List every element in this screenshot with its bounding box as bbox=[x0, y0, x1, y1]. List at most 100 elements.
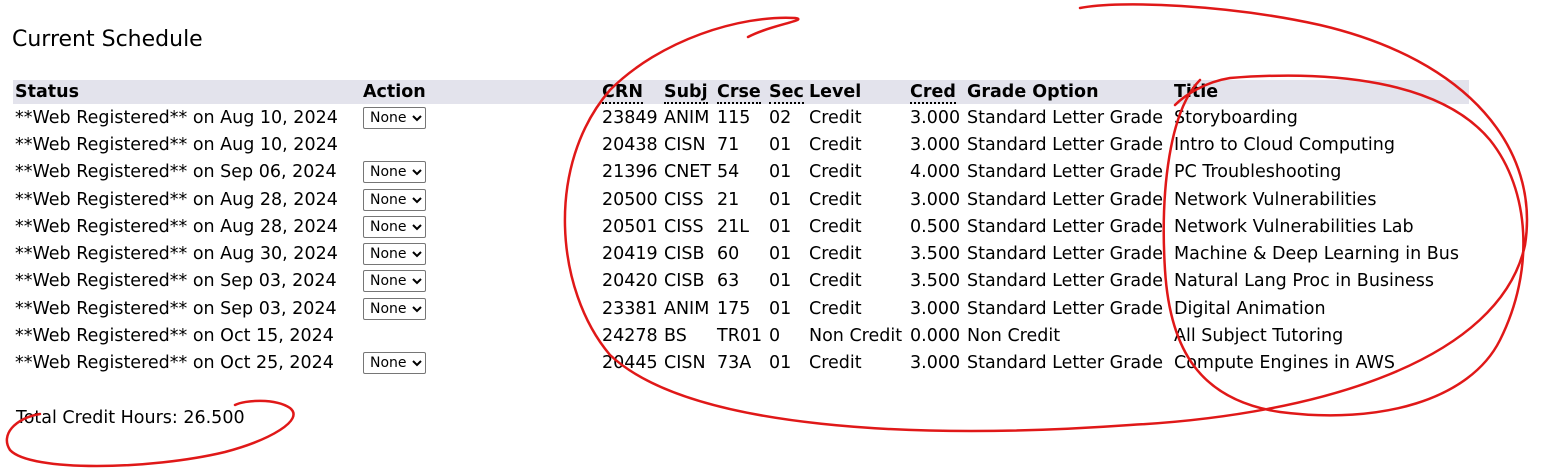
page-title: Current Schedule bbox=[12, 27, 203, 52]
cell-title: Digital Animation bbox=[1174, 298, 1326, 319]
table-row: **Web Registered** on Aug 28, 2024 None 20… bbox=[13, 213, 1469, 240]
action-dropdown[interactable]: None bbox=[363, 352, 426, 375]
cell-title: Intro to Cloud Computing bbox=[1174, 134, 1395, 155]
action-dropdown[interactable]: None bbox=[363, 161, 426, 184]
cell-crn: 20445 bbox=[602, 353, 658, 374]
cell-title: Storyboarding bbox=[1174, 107, 1298, 128]
cell-sec: 01 bbox=[769, 189, 792, 210]
cell-cred: 4.000 bbox=[910, 162, 961, 183]
cell-cred: 0.000 bbox=[910, 326, 961, 347]
cell-status: **Web Registered** on Aug 10, 2024 bbox=[15, 107, 338, 128]
cell-action: None bbox=[361, 213, 600, 240]
cell-title: Network Vulnerabilities bbox=[1174, 189, 1377, 210]
cell-subj: CISN bbox=[664, 134, 706, 155]
column-header-subj: Subj bbox=[662, 80, 715, 104]
cell-cred: 3.000 bbox=[910, 298, 961, 319]
cell-subj: CISS bbox=[664, 189, 704, 210]
cell-cred: 3.000 bbox=[910, 353, 961, 374]
cell-status: **Web Registered** on Sep 06, 2024 bbox=[15, 162, 337, 183]
cell-crn: 20500 bbox=[602, 189, 658, 210]
cell-status: **Web Registered** on Oct 15, 2024 bbox=[15, 326, 334, 347]
action-dropdown[interactable]: None bbox=[363, 106, 426, 129]
cell-subj: BS bbox=[664, 326, 687, 347]
cell-crn: 23849 bbox=[602, 107, 658, 128]
cell-crse: TR01 bbox=[717, 326, 763, 347]
cell-status: **Web Registered** on Oct 25, 2024 bbox=[15, 353, 334, 374]
cell-cred: 3.000 bbox=[910, 189, 961, 210]
cell-crse: 175 bbox=[717, 298, 751, 319]
cell-cred: 3.000 bbox=[910, 134, 961, 155]
column-header-cred: Cred bbox=[908, 80, 965, 104]
action-dropdown[interactable]: None bbox=[363, 243, 426, 266]
cell-sec: 01 bbox=[769, 162, 792, 183]
table-row: **Web Registered** on Sep 03, 2024 None 23… bbox=[13, 295, 1469, 322]
cell-grade-option: Standard Letter Grade bbox=[967, 244, 1163, 265]
cell-sec: 01 bbox=[769, 216, 792, 237]
column-header-status: Status bbox=[13, 80, 361, 104]
cell-action: None bbox=[361, 159, 600, 186]
table-row: **Web Registered** on Aug 30, 2024 None 20… bbox=[13, 240, 1469, 267]
cell-level: Credit bbox=[809, 134, 862, 155]
cell-action: None bbox=[361, 350, 600, 377]
cell-sec: 01 bbox=[769, 298, 792, 319]
table-header-row: Status Action CRN Subj Crse Sec Level Cr… bbox=[13, 80, 1469, 104]
cell-status: **Web Registered** on Sep 03, 2024 bbox=[15, 271, 337, 292]
cell-title: PC Troubleshooting bbox=[1174, 162, 1342, 183]
cell-crn: 20501 bbox=[602, 216, 658, 237]
cell-sec: 02 bbox=[769, 107, 792, 128]
action-dropdown[interactable]: None bbox=[363, 270, 426, 293]
cell-sec: 01 bbox=[769, 134, 792, 155]
column-header-title: Title bbox=[1172, 80, 1469, 104]
cell-level: Non Credit bbox=[809, 326, 903, 347]
schedule-table: Status Action CRN Subj Crse Sec Level Cr… bbox=[13, 80, 1469, 377]
cell-crse: 71 bbox=[717, 134, 740, 155]
cell-sec: 01 bbox=[769, 353, 792, 374]
cell-subj: CISB bbox=[664, 271, 705, 292]
cell-action: None bbox=[361, 104, 600, 131]
cell-level: Credit bbox=[809, 244, 862, 265]
table-row: **Web Registered** on Sep 06, 2024 None 21… bbox=[13, 159, 1469, 186]
cell-crse: 115 bbox=[717, 107, 751, 128]
cell-grade-option: Standard Letter Grade bbox=[967, 353, 1163, 374]
cell-crse: 73A bbox=[717, 353, 752, 374]
cell-cred: 0.500 bbox=[910, 216, 961, 237]
action-dropdown[interactable]: None bbox=[363, 297, 426, 320]
cell-status: **Web Registered** on Aug 10, 2024 bbox=[15, 134, 338, 155]
table-row: **Web Registered** on Oct 15, 2024 24278 B… bbox=[13, 322, 1469, 349]
cell-crse: 60 bbox=[717, 244, 740, 265]
cell-level: Credit bbox=[809, 107, 862, 128]
cell-subj: CISB bbox=[664, 244, 705, 265]
cell-title: Compute Engines in AWS bbox=[1174, 353, 1395, 374]
cell-crse: 54 bbox=[717, 162, 740, 183]
action-dropdown[interactable]: None bbox=[363, 188, 426, 211]
cell-level: Credit bbox=[809, 353, 862, 374]
cell-crn: 24278 bbox=[602, 326, 658, 347]
table-row: **Web Registered** on Oct 25, 2024 None 20… bbox=[13, 350, 1469, 377]
cell-level: Credit bbox=[809, 271, 862, 292]
schedule-body: **Web Registered** on Aug 10, 2024 None 23… bbox=[13, 104, 1469, 377]
cell-title: Natural Lang Proc in Business bbox=[1174, 271, 1434, 292]
cell-grade-option: Standard Letter Grade bbox=[967, 134, 1163, 155]
cell-action: None bbox=[361, 240, 600, 267]
cell-status: **Web Registered** on Aug 28, 2024 bbox=[15, 216, 338, 237]
cell-level: Credit bbox=[809, 162, 862, 183]
column-header-sec: Sec bbox=[767, 80, 807, 104]
cell-crse: 63 bbox=[717, 271, 740, 292]
cell-level: Credit bbox=[809, 189, 862, 210]
cell-crse: 21 bbox=[717, 189, 740, 210]
cell-action bbox=[361, 322, 600, 349]
cell-subj: CISN bbox=[664, 353, 706, 374]
cell-sec: 01 bbox=[769, 271, 792, 292]
cell-subj: CNET bbox=[664, 162, 712, 183]
table-row: **Web Registered** on Aug 10, 2024 None 23… bbox=[13, 104, 1469, 131]
total-credit-hours: Total Credit Hours: 26.500 bbox=[16, 408, 245, 428]
cell-crn: 20419 bbox=[602, 244, 658, 265]
column-header-grade-option: Grade Option bbox=[965, 80, 1172, 104]
cell-grade-option: Standard Letter Grade bbox=[967, 189, 1163, 210]
cell-grade-option: Standard Letter Grade bbox=[967, 298, 1163, 319]
column-header-crse: Crse bbox=[715, 80, 767, 104]
action-dropdown[interactable]: None bbox=[363, 215, 426, 238]
cell-cred: 3.000 bbox=[910, 107, 961, 128]
cell-grade-option: Non Credit bbox=[967, 326, 1061, 347]
cell-action bbox=[361, 131, 600, 158]
